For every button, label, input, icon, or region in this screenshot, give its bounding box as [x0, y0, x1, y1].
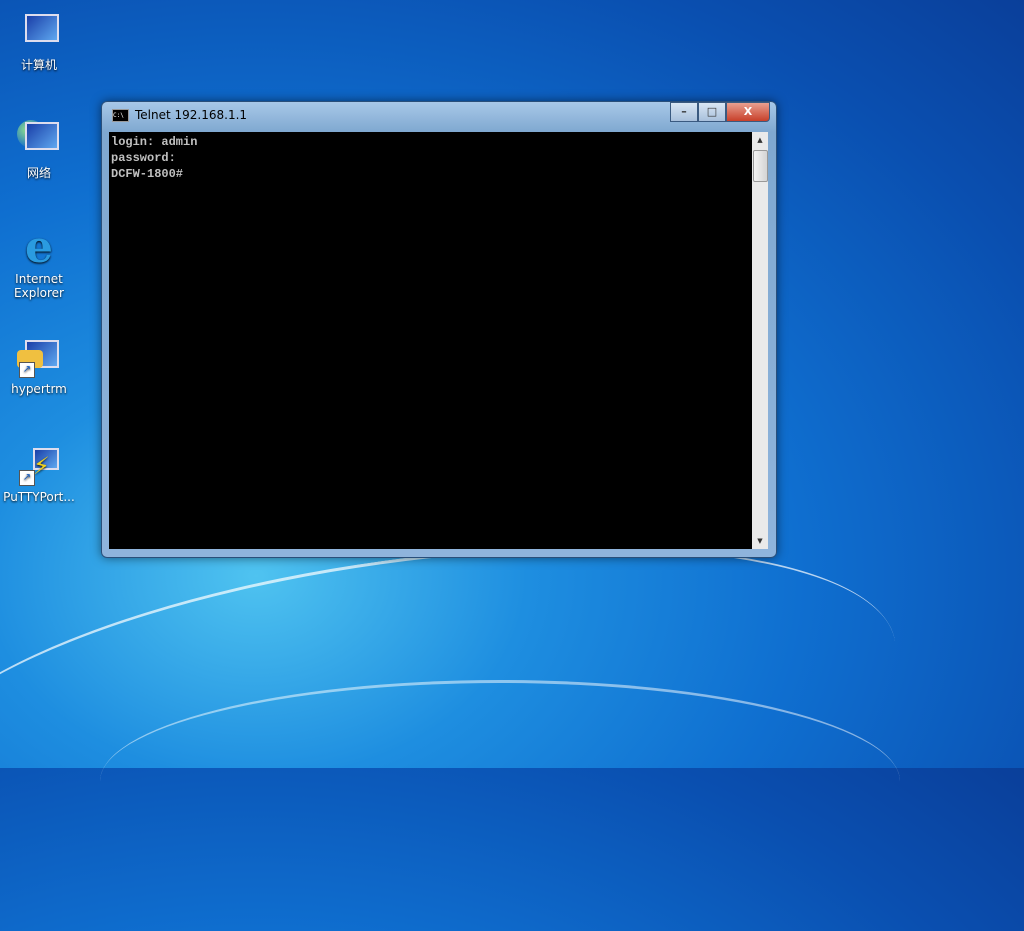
putty-icon: ⚡ ↗ [17, 446, 61, 486]
icon-label: 网络 [26, 166, 51, 180]
desktop-icon-putty[interactable]: ⚡ ↗ PuTTYPort... [0, 438, 78, 504]
scroll-down-icon[interactable]: ▼ [752, 533, 768, 549]
telnet-window: C:\ Telnet 192.168.1.1 – □ X login: admin… [101, 101, 777, 558]
wallpaper-swoosh [100, 680, 900, 883]
hyperterminal-icon: ↗ [17, 338, 61, 378]
scroll-thumb[interactable] [753, 150, 768, 182]
window-title: C:\ Telnet 192.168.1.1 [112, 108, 247, 122]
cmd-icon: C:\ [112, 108, 129, 122]
shortcut-arrow-icon: ↗ [19, 362, 35, 378]
terminal-line: password: [111, 151, 176, 165]
terminal-output[interactable]: login: admin password: DCFW-1800# [109, 132, 752, 549]
desktop-icon-hypertrm[interactable]: ↗ hypertrm [0, 330, 78, 396]
desktop-icon-network[interactable]: 网络 [0, 112, 78, 181]
icon-label: PuTTYPort... [3, 490, 75, 504]
terminal-line: login: admin [111, 135, 198, 149]
computer-icon [17, 12, 61, 52]
network-icon [17, 120, 61, 160]
icon-label: 计算机 [20, 58, 57, 72]
maximize-button[interactable]: □ [698, 102, 726, 122]
terminal-line: DCFW-1800# [111, 167, 184, 181]
shortcut-arrow-icon: ↗ [19, 470, 35, 486]
window-title-text: Telnet 192.168.1.1 [135, 108, 248, 122]
minimize-button[interactable]: – [670, 102, 698, 122]
ie-icon: e [25, 222, 53, 273]
desktop-icon-computer[interactable]: 计算机 [0, 4, 78, 73]
close-button[interactable]: X [726, 102, 770, 122]
scroll-up-icon[interactable]: ▲ [752, 132, 768, 148]
icon-label: Internet Explorer [14, 272, 64, 300]
icon-label: hypertrm [11, 382, 67, 396]
desktop-icon-ie[interactable]: e Internet Explorer [0, 220, 78, 301]
vertical-scrollbar[interactable]: ▲ ▼ [752, 132, 768, 549]
